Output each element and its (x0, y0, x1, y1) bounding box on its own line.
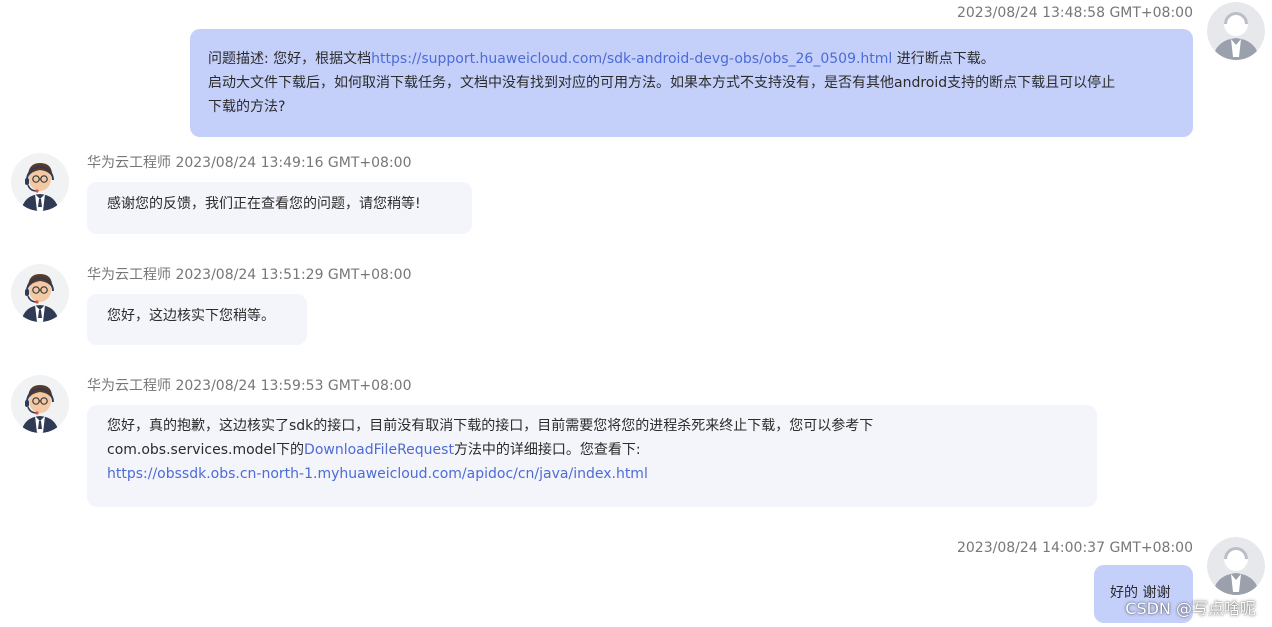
engineer-name: 华为云工程师 (87, 378, 171, 394)
user-avatar-icon (1207, 537, 1265, 595)
engineer-message-timestamp: 2023/08/24 13:59:53 GMT+08:00 (175, 378, 412, 394)
message-text: com.obs.services.model下的 (107, 442, 305, 458)
message-line: com.obs.services.model下的DownloadFileRequ… (107, 438, 1077, 462)
engineer-avatar-icon (11, 375, 69, 433)
engineer-message-bubble: 您好，真的抱歉，这边核实了sdk的接口，目前没有取消下载的接口，目前需要您将您的… (87, 405, 1097, 507)
user-message-bubble: 问题描述: 您好，根据文档https://support.huaweicloud… (190, 29, 1193, 137)
message-line: 启动大文件下载后，如何取消下载任务，文档中没有找到对应的可用方法。如果本方式不支… (208, 75, 1116, 91)
download-file-request-link[interactable]: DownloadFileRequest (304, 442, 454, 458)
engineer-name: 华为云工程师 (87, 267, 171, 283)
message-line: 您好，真的抱歉，这边核实了sdk的接口，目前没有取消下载的接口，目前需要您将您的… (107, 418, 874, 434)
engineer-message-bubble: 感谢您的反馈，我们正在查看您的问题，请您稍等! (87, 182, 472, 234)
user-avatar-icon (1207, 2, 1265, 60)
engineer-message-timestamp: 2023/08/24 13:49:16 GMT+08:00 (175, 155, 412, 171)
user-message-timestamp: 2023/08/24 14:00:37 GMT+08:00 (956, 540, 1193, 556)
message-text: 方法中的详细接口。您查看下: (453, 442, 641, 458)
message-text: 您好，这边核实下您稍等。 (107, 308, 275, 324)
api-doc-link[interactable]: https://obssdk.obs.cn-north-1.myhuaweicl… (107, 462, 1077, 486)
engineer-avatar-icon (11, 153, 69, 211)
message-text: 进行断点下载。 (892, 51, 995, 67)
csdn-watermark: CSDN @写点啥呢 (1125, 599, 1256, 618)
message-text: 问题描述: 您好，根据文档 (208, 51, 372, 67)
engineer-message-meta: 华为云工程师 2023/08/24 13:59:53 GMT+08:00 (87, 377, 411, 395)
engineer-message-bubble: 您好，这边核实下您稍等。 (87, 294, 307, 345)
engineer-message-meta: 华为云工程师 2023/08/24 13:49:16 GMT+08:00 (87, 154, 411, 172)
message-text: 感谢您的反馈，我们正在查看您的问题，请您稍等! (107, 196, 421, 212)
engineer-avatar-icon (11, 264, 69, 322)
engineer-message-meta: 华为云工程师 2023/08/24 13:51:29 GMT+08:00 (87, 266, 411, 284)
message-line: 下载的方法? (208, 99, 286, 115)
engineer-name: 华为云工程师 (87, 155, 171, 171)
user-message-timestamp: 2023/08/24 13:48:58 GMT+08:00 (956, 5, 1193, 21)
engineer-message-timestamp: 2023/08/24 13:51:29 GMT+08:00 (175, 267, 412, 283)
message-line: 问题描述: 您好，根据文档https://support.huaweicloud… (208, 47, 1179, 71)
document-link[interactable]: https://support.huaweicloud.com/sdk-andr… (371, 51, 892, 67)
chat-page: 2023/08/24 13:48:58 GMT+08:00 问题描述: 您好，根… (0, 0, 1272, 627)
